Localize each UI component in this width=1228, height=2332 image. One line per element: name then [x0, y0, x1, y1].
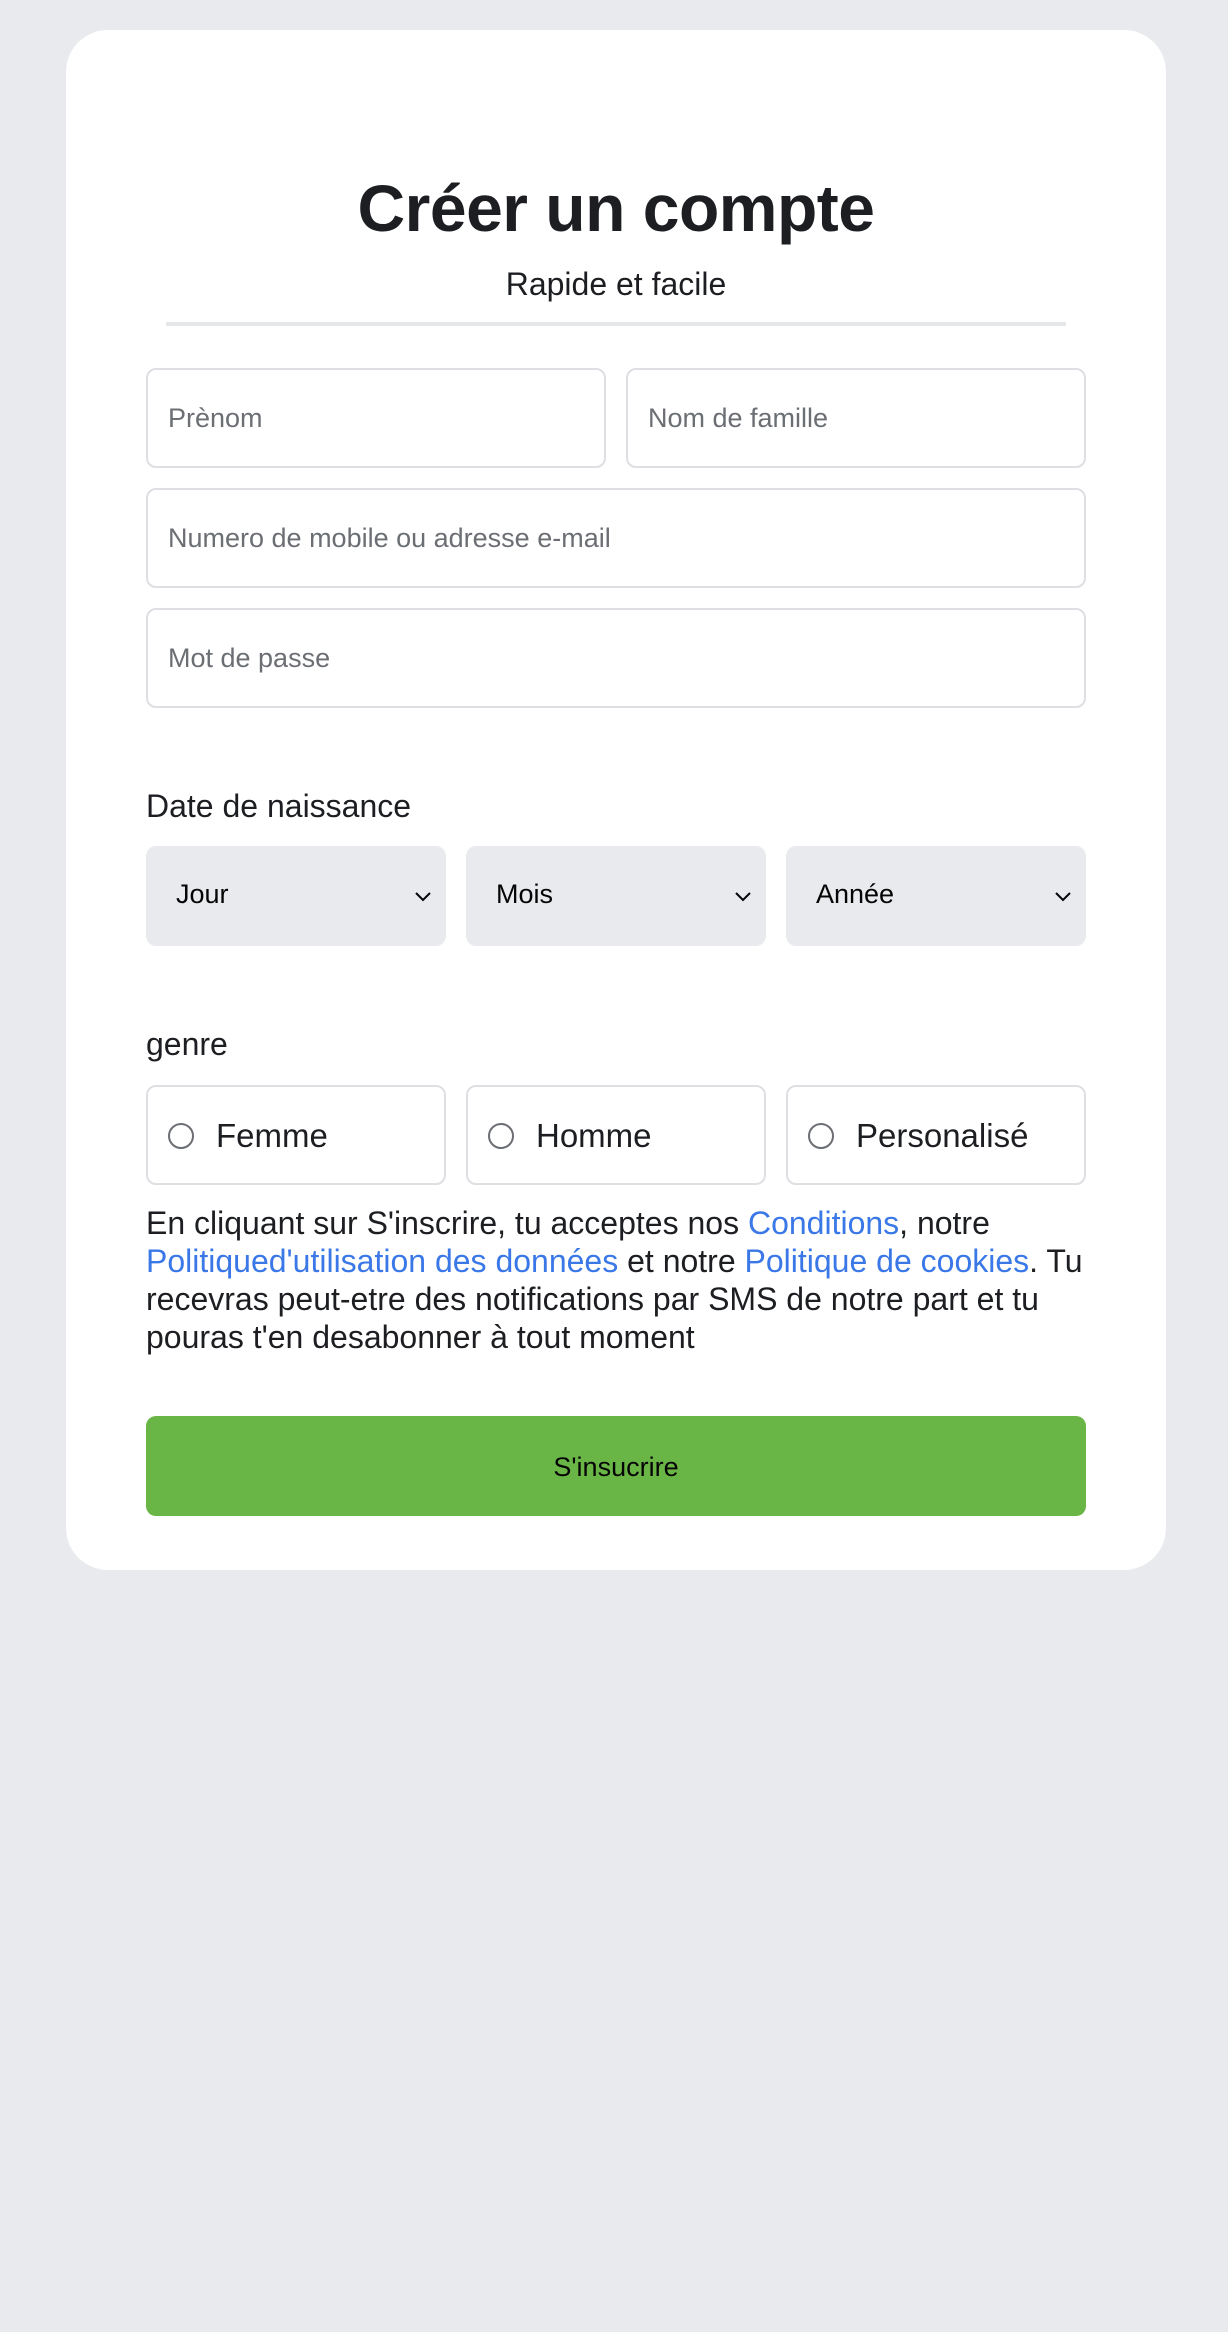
- radio-button[interactable]: [168, 1123, 194, 1149]
- terms-text-part: et notre: [618, 1243, 745, 1279]
- signup-card: Créer un compte Rapide et facile Date de…: [66, 30, 1166, 1570]
- month-select[interactable]: Mois: [466, 846, 766, 946]
- page-subtitle: Rapide et facile: [505, 266, 727, 302]
- gender-option-label: Personalisé: [856, 1117, 1029, 1154]
- radio-button[interactable]: [488, 1123, 514, 1149]
- page-title: Créer un compte: [357, 171, 875, 245]
- birthdate-label: Date de naissance: [146, 788, 412, 824]
- terms-text-part: En cliquant sur S'inscrire, tu acceptes …: [146, 1205, 748, 1241]
- gender-option-homme[interactable]: Homme: [466, 1085, 766, 1185]
- gender-label: genre: [146, 1026, 228, 1062]
- contact-input[interactable]: [148, 490, 1084, 586]
- last-name-input[interactable]: [628, 370, 1084, 466]
- day-select[interactable]: Jour: [146, 846, 446, 946]
- first-name-input[interactable]: [148, 370, 604, 466]
- terms-text-part: , notre: [899, 1205, 990, 1241]
- last-name-field[interactable]: [626, 368, 1086, 468]
- password-field[interactable]: [146, 608, 1086, 708]
- year-select[interactable]: Année: [786, 846, 1086, 946]
- conditions-link[interactable]: Conditions: [748, 1205, 899, 1241]
- header-divider: [166, 322, 1066, 326]
- contact-field[interactable]: [146, 488, 1086, 588]
- gender-option-personalise[interactable]: Personalisé: [786, 1085, 1086, 1185]
- password-input[interactable]: [148, 610, 1084, 706]
- gender-option-femme[interactable]: Femme: [146, 1085, 446, 1185]
- radio-button[interactable]: [808, 1123, 834, 1149]
- day-select-value: Jour: [176, 879, 229, 909]
- chevron-down-icon: [1055, 892, 1071, 902]
- chevron-down-icon: [735, 892, 751, 902]
- signup-button[interactable]: S'insucrire: [146, 1416, 1086, 1516]
- month-select-value: Mois: [496, 879, 554, 909]
- chevron-down-icon: [415, 892, 431, 902]
- gender-option-label: Homme: [536, 1117, 652, 1154]
- gender-option-label: Femme: [216, 1117, 328, 1154]
- first-name-field[interactable]: [146, 368, 606, 468]
- data-policy-link[interactable]: Politiqued'utilisation des données: [146, 1243, 618, 1279]
- year-select-value: Année: [816, 879, 895, 909]
- cookie-policy-link[interactable]: Politique de cookies: [745, 1243, 1030, 1279]
- terms-text: En cliquant sur S'inscrire, tu acceptes …: [146, 1204, 1106, 1356]
